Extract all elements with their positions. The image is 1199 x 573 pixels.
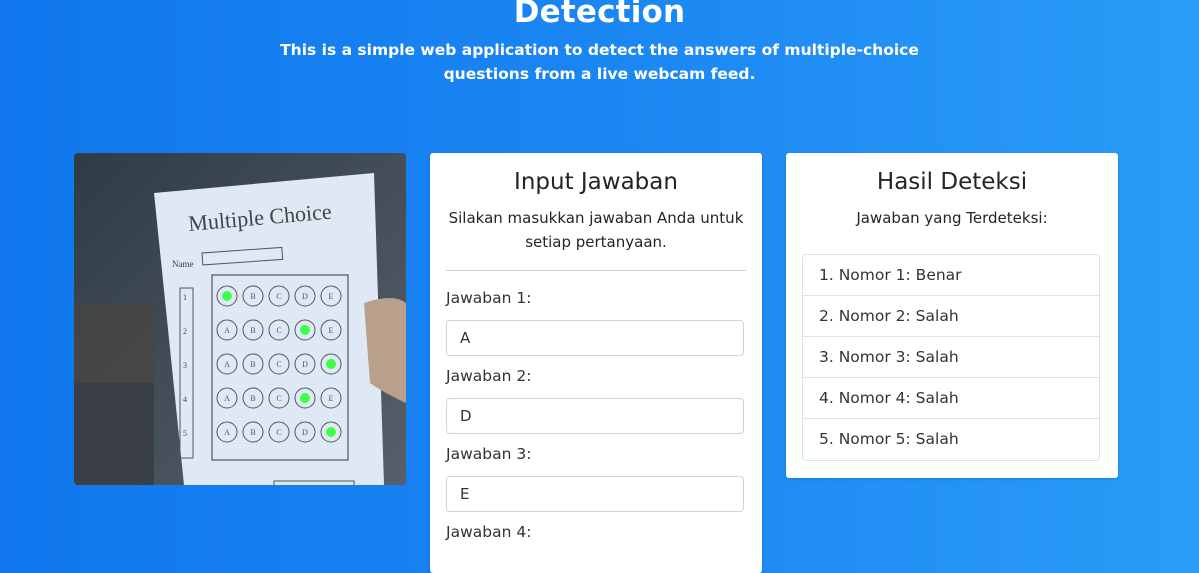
- bubble-letter: B: [250, 292, 255, 301]
- bubble-letter: D: [302, 292, 308, 301]
- bubble-letter: B: [250, 360, 255, 369]
- result-list: 1. Nomor 1: Benar 2. Nomor 2: Salah 3. N…: [802, 254, 1100, 461]
- answer-3-input[interactable]: E: [446, 476, 744, 512]
- answer-4-label: Jawaban 4:: [446, 523, 532, 541]
- input-card: Input Jawaban Silakan masukkan jawaban A…: [430, 153, 762, 573]
- result-card-subtitle: Jawaban yang Terdeteksi:: [856, 209, 1048, 227]
- webcam-frame-image: Multiple Choice Name 1ABCDE2ABCDE3ABCDE4…: [74, 153, 406, 485]
- input-card-divider: [446, 270, 746, 271]
- sheet-name-label: Name: [172, 259, 194, 269]
- detected-mark: [326, 359, 336, 369]
- result-item: 3. Nomor 3: Salah: [803, 337, 1099, 378]
- bubble-letter: C: [276, 360, 281, 369]
- sheet-row-number: 3: [183, 361, 187, 370]
- result-card-title: Hasil Deteksi: [876, 169, 1028, 195]
- sheet-row-number: 5: [183, 429, 187, 438]
- input-card-description: Silakan masukkan jawaban Anda untuk seti…: [448, 209, 744, 251]
- page-subtitle: This is a simple web application to dete…: [280, 41, 919, 83]
- result-item: 4. Nomor 4: Salah: [803, 378, 1099, 419]
- bubble-letter: B: [250, 326, 255, 335]
- bubble-letter: D: [302, 428, 308, 437]
- webcam-feed: Multiple Choice Name 1ABCDE2ABCDE3ABCDE4…: [74, 153, 406, 485]
- detected-mark: [300, 325, 310, 335]
- input-card-title: Input Jawaban: [514, 169, 678, 195]
- bubble-letter: A: [224, 326, 230, 335]
- answer-3-label: Jawaban 3:: [446, 445, 532, 463]
- detected-mark: [222, 291, 232, 301]
- result-card: Hasil Deteksi Jawaban yang Terdeteksi: 1…: [786, 153, 1118, 478]
- bubble-letter: A: [224, 360, 230, 369]
- result-item: 2. Nomor 2: Salah: [803, 296, 1099, 337]
- sheet-row-number: 4: [183, 395, 187, 404]
- bubble-letter: A: [224, 394, 230, 403]
- page-header: Detection This is a simple web applicati…: [0, 0, 1199, 86]
- answer-1-label: Jawaban 1:: [446, 289, 532, 307]
- answer-2-label: Jawaban 2:: [446, 367, 532, 385]
- answer-1-input[interactable]: A: [446, 320, 744, 356]
- bubble-letter: B: [250, 428, 255, 437]
- result-item: 1. Nomor 1: Benar: [803, 255, 1099, 296]
- bubble-letter: C: [276, 292, 281, 301]
- answer-2-input[interactable]: D: [446, 398, 744, 434]
- bubble-letter: A: [224, 428, 230, 437]
- bubble-letter: B: [250, 394, 255, 403]
- bubble-letter: C: [276, 428, 281, 437]
- bubble-letter: E: [329, 326, 334, 335]
- detected-mark: [326, 427, 336, 437]
- bubble-letter: D: [302, 360, 308, 369]
- result-item: 5. Nomor 5: Salah: [819, 430, 959, 448]
- sheet-row-number: 1: [183, 293, 187, 302]
- bubble-letter: E: [329, 292, 334, 301]
- bubble-letter: E: [329, 394, 334, 403]
- bubble-letter: C: [276, 394, 281, 403]
- sheet-row-number: 2: [183, 327, 187, 336]
- page-title: Detection: [513, 0, 686, 30]
- detected-mark: [300, 393, 310, 403]
- bubble-letter: C: [276, 326, 281, 335]
